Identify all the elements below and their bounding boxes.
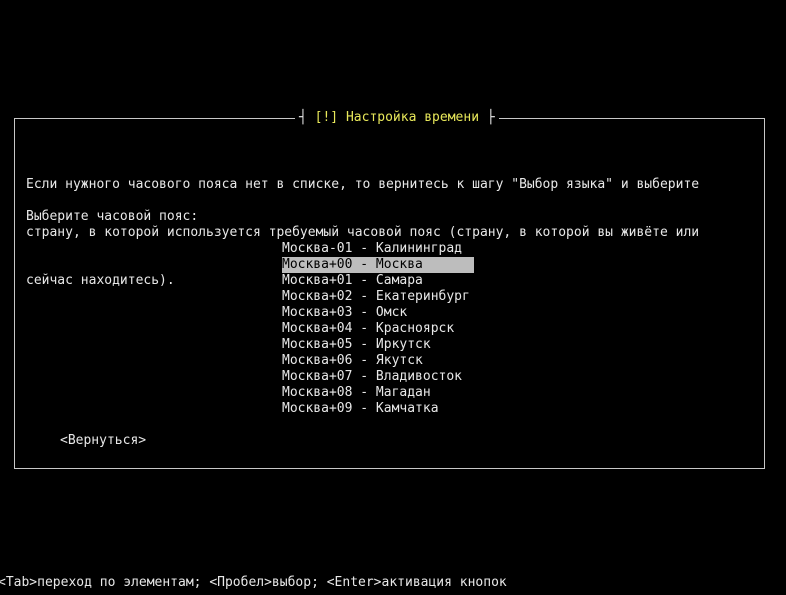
timezone-list[interactable]: Москва-01 - Калининград Москва+00 - Москв… xyxy=(282,241,474,417)
keyboard-help-line: <Tab>переход по элементам; <Пробел>выбор… xyxy=(0,575,507,590)
title-left-border: ┤ xyxy=(299,110,315,125)
timezone-option[interactable]: Москва+09 - Камчатка xyxy=(282,401,474,417)
back-button[interactable]: <Вернуться> xyxy=(60,433,146,449)
timezone-prompt-label: Выберите часовой пояс: xyxy=(26,209,199,224)
dialog-title: ┤ [!] Настройка времени ├ xyxy=(295,109,499,127)
timezone-option[interactable]: Москва+04 - Красноярск xyxy=(282,321,474,337)
timezone-option[interactable]: Москва+07 - Владивосток xyxy=(282,369,474,385)
dialog-title-text: [!] Настройка времени xyxy=(314,110,480,125)
timezone-option[interactable]: Москва+02 - Екатеринбург xyxy=(282,289,474,305)
timezone-option[interactable]: Москва+03 - Омск xyxy=(282,305,474,321)
timezone-option[interactable]: Москва+00 - Москва xyxy=(282,257,474,273)
timezone-option[interactable]: Москва+06 - Якутск xyxy=(282,353,474,369)
timezone-option[interactable]: Москва+08 - Магадан xyxy=(282,385,474,401)
timezone-option[interactable]: Москва+05 - Иркутск xyxy=(282,337,474,353)
timezone-dialog: ┤ [!] Настройка времени ├ Если нужного ч… xyxy=(14,109,765,469)
timezone-option[interactable]: Москва-01 - Калининград xyxy=(282,241,474,257)
instruction-line: страну, в которой используется требуемый… xyxy=(26,225,700,240)
timezone-option[interactable]: Москва+01 - Самара xyxy=(282,273,474,289)
instruction-line: Если нужного часового пояса нет в списке… xyxy=(26,177,700,192)
title-right-border: ├ xyxy=(479,110,495,125)
